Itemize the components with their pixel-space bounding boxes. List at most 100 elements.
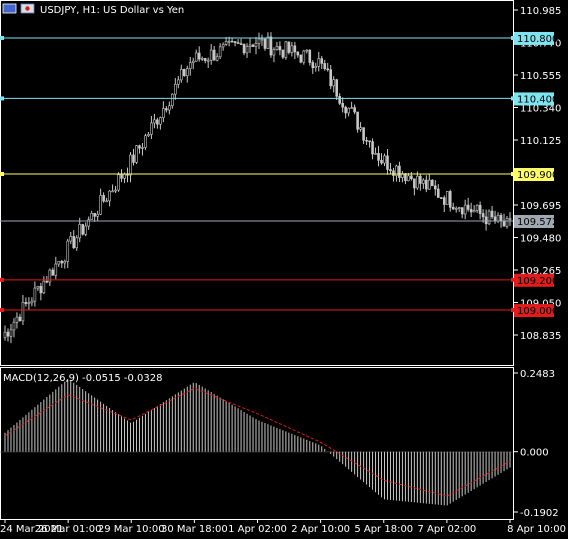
candle-body: [177, 79, 180, 85]
candle-body: [215, 56, 219, 61]
candle-body: [66, 240, 70, 262]
candle-body: [433, 185, 437, 190]
price-tick-label: 110.125: [520, 136, 561, 147]
candle-body: [257, 38, 261, 44]
candle-body: [311, 62, 315, 69]
candle-body: [389, 169, 392, 172]
candle-body: [332, 79, 335, 87]
candle-body: [439, 197, 443, 199]
candle-body: [12, 321, 16, 331]
candle-body: [27, 302, 31, 305]
macd-axis: 0.2483 0.000 -0.1902: [513, 369, 559, 519]
candle-body: [42, 280, 46, 294]
candle-body: [233, 41, 237, 43]
candle-body: [117, 174, 120, 191]
candle-body: [147, 134, 150, 137]
candle-body: [338, 96, 341, 104]
candle-body: [21, 302, 25, 322]
candle-body: [33, 287, 37, 302]
candle-body: [69, 236, 73, 242]
candle-body: [263, 38, 267, 49]
candle-body: [392, 170, 395, 176]
candle-body: [15, 316, 19, 323]
candle-body: [365, 139, 368, 142]
macd-tick-label: 0.000: [520, 448, 549, 459]
candle-body: [90, 213, 93, 220]
candle-body: [230, 40, 234, 43]
candle-body: [185, 68, 189, 77]
candle-body: [242, 43, 246, 54]
candle-body: [54, 263, 58, 276]
time-label: 29 Mar 10:00: [98, 524, 165, 535]
candle-body: [159, 117, 162, 125]
candle-body: [281, 49, 285, 58]
level-price-label: 110.400: [517, 94, 558, 105]
candle-body: [448, 191, 452, 208]
main-panel[interactable]: [0, 0, 514, 366]
level-price-label: 110.800: [517, 34, 558, 45]
candle-body: [162, 108, 165, 118]
candle-body: [457, 207, 461, 209]
candle-body: [168, 105, 171, 111]
candle-body: [329, 69, 333, 87]
price-tick-label: 109.480: [520, 234, 561, 245]
candle-body: [398, 165, 401, 178]
candle-body: [129, 154, 132, 176]
level-line-handle-left[interactable]: [0, 277, 4, 282]
candle-body: [6, 331, 10, 337]
candle-body: [30, 300, 34, 304]
macd-panel[interactable]: [0, 367, 514, 520]
candle-body: [45, 280, 49, 283]
candle-body: [39, 286, 43, 294]
candle-body: [490, 210, 494, 218]
time-label: 1 Apr 02:00: [228, 524, 287, 535]
candle-body: [132, 154, 135, 163]
candle-body: [218, 46, 222, 58]
candle-body: [93, 213, 96, 217]
candle-body: [99, 195, 102, 215]
candle-body: [51, 269, 55, 276]
candle-body: [171, 93, 174, 107]
candle-body: [341, 103, 344, 108]
candle-body: [194, 52, 198, 62]
candle-body: [454, 207, 458, 210]
candle-body: [224, 41, 228, 45]
time-label: 26 Mar 01:00: [35, 524, 102, 535]
candle-body: [96, 213, 99, 217]
candle-body: [266, 36, 270, 49]
candle-body: [63, 260, 67, 264]
candle-body: [203, 58, 207, 61]
candle-body: [413, 178, 416, 189]
candle-body: [436, 188, 440, 198]
level-line-handle-left[interactable]: [0, 172, 4, 177]
candle-body: [299, 54, 303, 63]
candle-body: [350, 107, 353, 109]
macd-tick-label: 0.2483: [520, 369, 555, 380]
candle-body: [239, 43, 243, 45]
candle-body: [445, 191, 449, 205]
chart-window[interactable]: 110.985110.770110.555110.340110.125109.6…: [0, 0, 568, 539]
level-line-handle-left[interactable]: [0, 96, 4, 101]
candle-body: [153, 119, 156, 124]
candle-body: [505, 218, 509, 227]
candle-body: [272, 49, 276, 56]
candle-body: [105, 200, 108, 203]
level-line-handle-left[interactable]: [0, 35, 4, 40]
level-line-handle-left[interactable]: [0, 308, 4, 313]
macd-label: MACD(12,26,9) -0.0515 -0.0328: [3, 373, 163, 384]
candle-body: [123, 173, 126, 179]
candle-body: [212, 49, 216, 61]
candle-body: [359, 127, 362, 130]
candle-body: [227, 40, 231, 43]
candle-body: [460, 207, 464, 215]
candle-body: [320, 58, 324, 64]
candle-body: [499, 214, 503, 222]
candle-body: [278, 46, 282, 51]
macd-tick-label: -0.1902: [520, 508, 559, 519]
candle-body: [487, 210, 491, 225]
candle-body: [451, 206, 455, 210]
candle-body: [135, 145, 138, 163]
candle-body: [221, 43, 225, 48]
candle-body: [308, 49, 312, 63]
candle-body: [386, 155, 389, 170]
